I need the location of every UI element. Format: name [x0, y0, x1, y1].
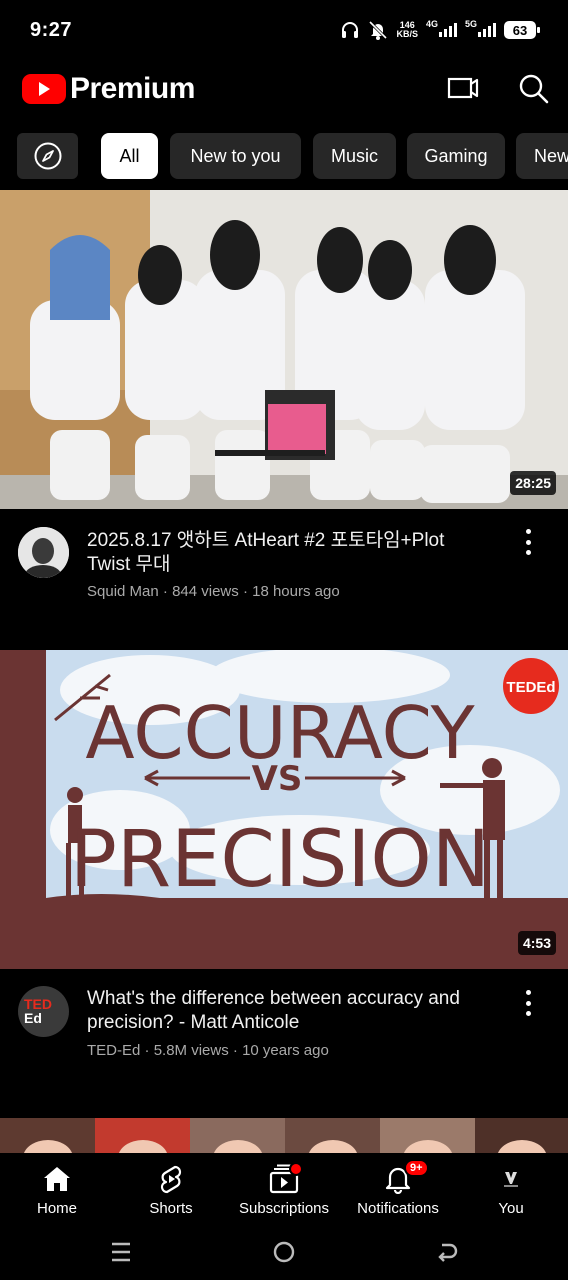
video-meta: TED-Ed · 5.8M views · 10 years ago [87, 1042, 329, 1059]
nav-notifications[interactable]: 9+ Notifications [341, 1153, 455, 1223]
thumbnail-image: ACCURACY VS PRECISION TEDEd [0, 650, 568, 969]
shorts-icon [160, 1165, 182, 1194]
video-thumbnail[interactable]: ACCURACY VS PRECISION TEDEd 4:53 [0, 650, 568, 969]
nav-shorts[interactable]: Shorts [114, 1153, 228, 1223]
youtube-premium-logo[interactable]: Premium [22, 72, 195, 106]
video-duration: 4:53 [517, 931, 556, 955]
system-navigation-bar [0, 1223, 568, 1280]
thumb-line3: PRECISION [70, 815, 490, 905]
search-icon[interactable] [517, 72, 551, 106]
nav-you[interactable]: You [454, 1153, 568, 1223]
channel-avatar[interactable] [18, 527, 69, 578]
chip-new[interactable]: New [516, 133, 568, 179]
nav-subscriptions[interactable]: Subscriptions [227, 1153, 341, 1223]
ted-ed-badge: TEDEd [506, 679, 555, 696]
recent-apps-icon[interactable] [110, 1241, 132, 1263]
compass-icon [34, 142, 61, 170]
signal-4g: 4G [426, 20, 457, 37]
category-chips: All New to you Music Gaming New [0, 133, 568, 179]
cast-create-icon[interactable] [446, 72, 480, 106]
notifications-badge: 9+ [404, 1159, 429, 1177]
nav-shorts-label: Shorts [149, 1200, 193, 1217]
status-bar: 9:27 146 KB/S 4G 5G 63 [0, 0, 568, 60]
chip-all[interactable]: All [101, 133, 158, 179]
chip-new-to-you[interactable]: New to you [170, 133, 301, 179]
bottom-navigation: Home Shorts Subscriptions 9+ Notificatio… [0, 1153, 568, 1223]
bell-off-icon [369, 20, 388, 40]
status-time: 9:27 [30, 19, 73, 41]
status-icons: 146 KB/S 4G 5G 63 [340, 18, 540, 42]
video-thumbnail[interactable]: 28:25 [0, 190, 568, 509]
brand-text: Premium [70, 72, 195, 105]
signal-bars-icon [438, 23, 457, 37]
signal-5g: 5G [465, 20, 496, 37]
battery-indicator: 63 [504, 21, 540, 39]
channel-avatar[interactable]: TED Ed [18, 986, 69, 1037]
thumbnail-image [0, 190, 568, 509]
chip-gaming[interactable]: Gaming [407, 133, 505, 179]
back-icon[interactable] [436, 1241, 458, 1263]
video-duration: 28:25 [510, 471, 556, 495]
nav-subscriptions-label: Subscriptions [238, 1200, 330, 1217]
video-meta: Squid Man · 844 views · 18 hours ago [87, 583, 340, 600]
nav-home[interactable]: Home [0, 1153, 114, 1223]
youtube-play-icon [22, 74, 66, 104]
home-button-icon[interactable] [273, 1241, 295, 1263]
more-options-icon[interactable] [518, 529, 538, 555]
signal-bars-icon [478, 23, 496, 37]
video-thumbnail[interactable] [0, 1118, 568, 1153]
subscriptions-dot [289, 1162, 303, 1176]
explore-chip[interactable] [17, 133, 78, 179]
thumb-line2: VS [252, 759, 303, 799]
more-options-icon[interactable] [518, 990, 538, 1016]
video-title[interactable]: 2025.8.17 앳하트 AtHeart #2 포토타임+Plot Twist… [87, 529, 487, 577]
nav-home-label: Home [36, 1200, 77, 1217]
thumbnail-image [0, 1118, 568, 1153]
nav-notifications-label: Notifications [357, 1200, 439, 1217]
chip-music[interactable]: Music [313, 133, 396, 179]
headphones-icon [342, 22, 359, 38]
nav-you-label: You [498, 1200, 524, 1217]
app-header: Premium [0, 60, 568, 120]
net-speed: 146 KB/S [396, 20, 418, 39]
account-avatar-icon [497, 1165, 525, 1193]
home-icon [44, 1167, 70, 1191]
video-title[interactable]: What's the difference between accuracy a… [87, 987, 487, 1035]
